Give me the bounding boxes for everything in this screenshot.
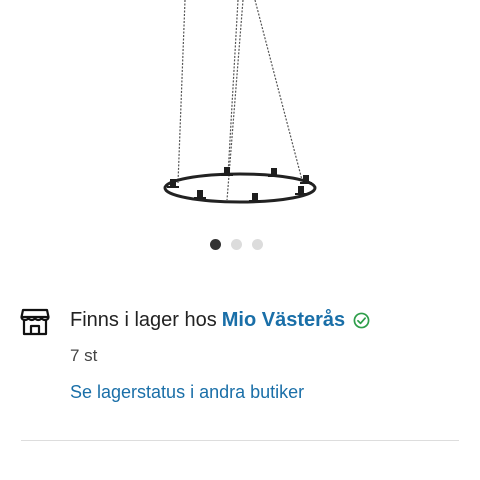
- check-circle-icon: [353, 312, 370, 329]
- stock-count: 7 st: [70, 346, 98, 365]
- product-image[interactable]: [140, 0, 340, 215]
- stock-status: Finns i lager hos Mio Västerås: [70, 309, 370, 332]
- store-icon: [20, 308, 50, 336]
- product-page: Finns i lager hos Mio Västerås 7 st Se l…: [0, 0, 480, 480]
- other-stores-link[interactable]: Se lagerstatus i andra butiker: [70, 382, 304, 403]
- carousel-dot-1[interactable]: [210, 239, 221, 250]
- carousel-dots: [210, 239, 263, 250]
- divider: [21, 440, 459, 441]
- stock-prefix: Finns i lager hos: [70, 309, 217, 331]
- store-name-link[interactable]: Mio Västerås: [222, 309, 345, 332]
- carousel-dot-3[interactable]: [252, 239, 263, 250]
- carousel-dot-2[interactable]: [231, 239, 242, 250]
